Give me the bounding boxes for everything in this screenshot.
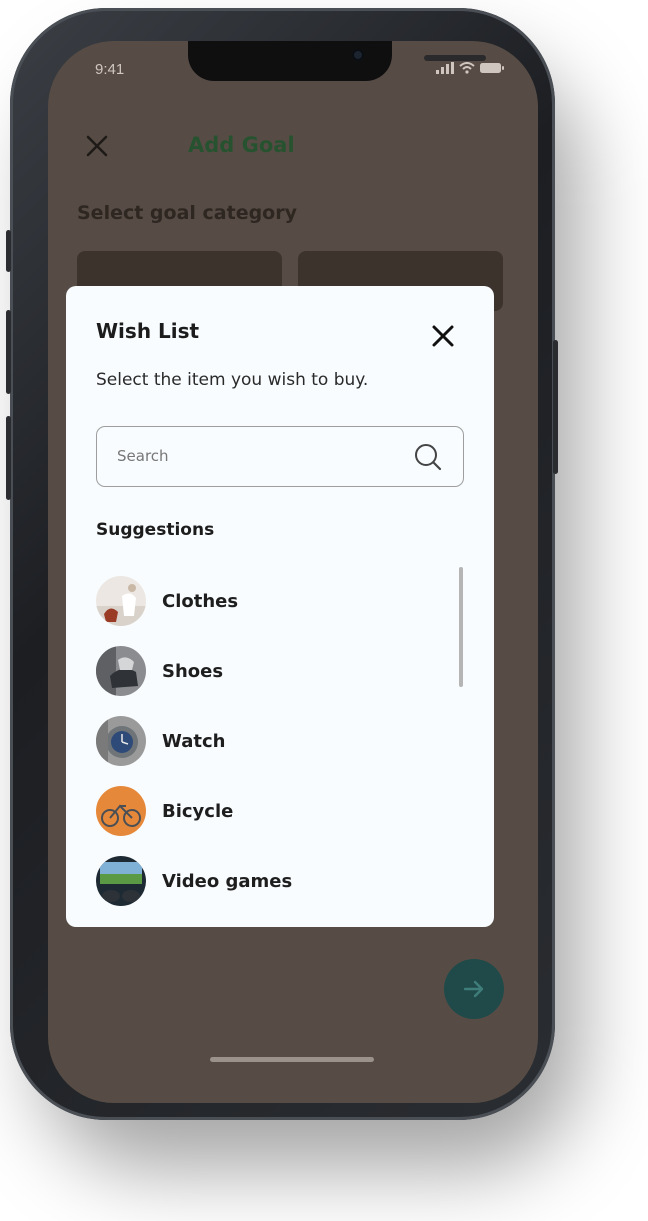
shoes-thumbnail [96, 646, 146, 696]
search-placeholder: Search [117, 447, 169, 465]
list-item-label: Clothes [162, 590, 239, 612]
power-button [553, 340, 558, 474]
wish-list-modal: Wish List Select the item you wish to bu… [66, 286, 494, 927]
clothes-thumbnail [96, 576, 146, 626]
wifi-icon [459, 62, 475, 74]
scrollbar[interactable] [459, 567, 463, 687]
home-indicator [210, 1057, 374, 1062]
list-item-shoes[interactable]: Shoes [96, 636, 436, 706]
video-games-thumbnail [96, 856, 146, 906]
notch [188, 41, 486, 81]
search-input[interactable]: Search [96, 426, 464, 487]
section-title: Select goal category [77, 202, 297, 224]
battery-icon [480, 63, 504, 73]
search-icon[interactable] [413, 442, 443, 472]
volume-up-button [6, 310, 11, 394]
watch-thumbnail [96, 716, 146, 766]
suggestions-list: Clothes Shoes Watch Bicycle Video games [96, 566, 436, 916]
list-item-bicycle[interactable]: Bicycle [96, 776, 436, 846]
list-item-label: Bicycle [162, 800, 234, 822]
mute-switch [6, 230, 11, 272]
volume-down-button [6, 416, 11, 500]
arrow-right-icon [463, 980, 484, 998]
suggestions-heading: Suggestions [96, 520, 215, 540]
list-item-label: Shoes [162, 660, 224, 682]
list-item-label: Watch [162, 730, 226, 752]
next-button[interactable] [444, 959, 504, 1019]
modal-subtitle: Select the item you wish to buy. [96, 370, 369, 390]
list-item-clothes[interactable]: Clothes [96, 566, 436, 636]
list-item-label: Video games [162, 870, 293, 892]
modal-title: Wish List [96, 319, 200, 343]
front-camera [352, 49, 364, 61]
close-icon[interactable] [84, 133, 110, 159]
page-title: Add Goal [188, 133, 295, 157]
list-item-video-games[interactable]: Video games [96, 846, 436, 916]
bicycle-thumbnail [96, 786, 146, 836]
signal-icon [436, 62, 454, 74]
status-icons [436, 62, 504, 74]
earpiece-speaker [424, 55, 486, 61]
modal-close-icon[interactable] [430, 323, 456, 349]
list-item-watch[interactable]: Watch [96, 706, 436, 776]
status-time: 9:41 [95, 61, 125, 78]
mockup-canvas: 9:41 Add Goal Select goal category Wish … [0, 0, 648, 1221]
